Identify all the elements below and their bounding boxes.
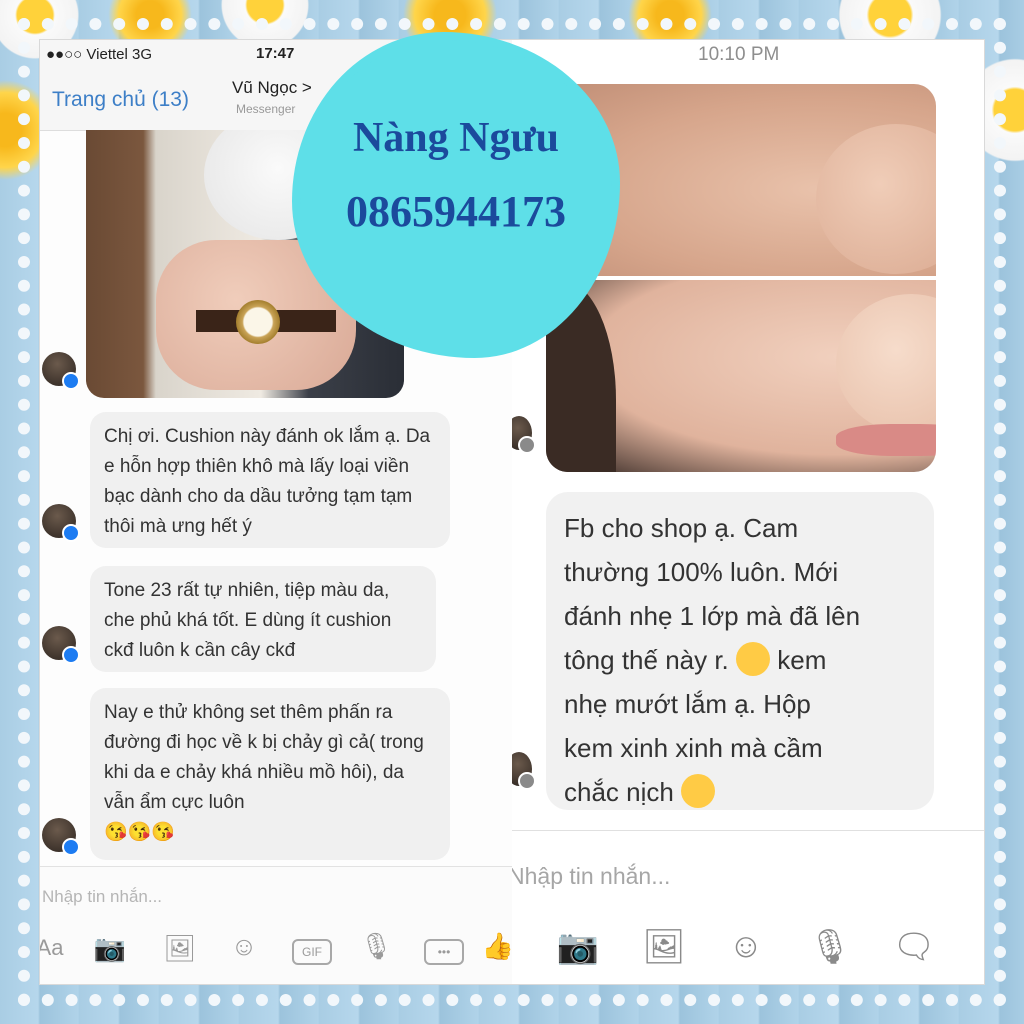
text-format-icon[interactable]: Aa <box>40 935 68 961</box>
carrier-label: ●●○○ Viettel 3G <box>46 46 153 63</box>
message-text: Nay e thử không set thêm phấn ra đường đ… <box>104 702 424 813</box>
emoji-reaction: 😘😘😘 <box>104 822 175 843</box>
facebook-badge-icon <box>518 772 536 790</box>
image-icon[interactable]: 🖼 <box>162 933 198 964</box>
messenger-badge-icon <box>62 372 80 390</box>
avatar[interactable] <box>42 504 80 542</box>
composer: Nhập tin nhắn... 📷 🖼 ☺ 🎙 🗨 <box>512 830 984 984</box>
heart-eyes-emoji-icon <box>736 642 771 677</box>
contact-subtitle: Messenger <box>236 102 296 116</box>
composer-toolbar: Aa 📷 🖼 ☺ GIF 🎙 ••• 👍 <box>40 931 512 971</box>
microphone-icon[interactable]: 🎙 <box>808 927 852 967</box>
smile-icon[interactable]: ☺ <box>226 931 262 962</box>
status-time: 17:47 <box>256 45 295 62</box>
message-bubble: Fb cho shop ạ. Cam thường 100% luôn. Mới… <box>546 492 934 810</box>
kissing-emoji-icon <box>681 774 716 809</box>
seller-phone: 0865944173 <box>346 187 566 236</box>
sticker-icon[interactable]: 🗨 <box>892 927 936 967</box>
message-line: chắc nịch <box>564 770 916 814</box>
avatar[interactable] <box>512 416 536 454</box>
message-line: kem xinh xinh mà cầm <box>564 733 823 763</box>
avatar[interactable] <box>512 752 536 790</box>
more-icon[interactable]: ••• <box>424 939 464 965</box>
message-bubble: Chị ơi. Cushion này đánh ok lắm ạ. Da e … <box>90 412 450 548</box>
smile-icon[interactable]: ☺ <box>724 927 768 966</box>
message-line: thường 100% luôn. Mới <box>564 557 839 587</box>
gif-icon[interactable]: GIF <box>292 939 332 965</box>
camera-icon[interactable]: 📷 <box>556 927 600 967</box>
watch <box>236 300 280 344</box>
message-input[interactable]: Nhập tin nhắn... <box>42 887 162 907</box>
thumbs-up-icon[interactable]: 👍 <box>480 931 512 962</box>
message-bubble: Nay e thử không set thêm phấn ra đường đ… <box>90 688 450 860</box>
message-line: tông thế này r. kem <box>564 638 916 682</box>
message-text: tông thế này r. <box>564 645 729 675</box>
messenger-badge-icon <box>62 646 80 664</box>
image-icon[interactable]: 🖼 <box>642 927 686 967</box>
microphone-icon[interactable]: 🎙 <box>358 931 394 962</box>
message-input[interactable]: Nhập tin nhắn... <box>512 863 670 890</box>
message-bubble: Tone 23 rất tự nhiên, tiệp màu da, che p… <box>90 566 436 672</box>
face-detail <box>836 424 936 456</box>
messenger-badge-icon <box>62 838 80 856</box>
message-time: 10:10 PM <box>698 44 780 65</box>
contact-name[interactable]: Vũ Ngọc > <box>232 78 312 98</box>
message-line: đánh nhẹ 1 lớp mà đã lên <box>564 601 861 631</box>
messenger-badge-icon <box>62 524 80 542</box>
message-text: chắc nịch <box>564 777 674 807</box>
message-line: Fb cho shop ạ. Cam <box>564 513 799 543</box>
message-line: nhẹ mướt lắm ạ. Hộp <box>564 689 811 719</box>
avatar[interactable] <box>42 626 80 664</box>
seller-name: Nàng Ngưu <box>352 115 560 161</box>
facebook-badge-icon <box>518 436 536 454</box>
avatar[interactable] <box>42 352 80 390</box>
message-text: kem <box>777 645 827 675</box>
composer: Nhập tin nhắn... Aa 📷 🖼 ☺ GIF 🎙 ••• 👍 <box>40 866 512 984</box>
avatar[interactable] <box>42 818 80 856</box>
camera-icon[interactable]: 📷 <box>92 933 128 964</box>
back-button[interactable]: Trang chủ (13) <box>52 88 189 112</box>
